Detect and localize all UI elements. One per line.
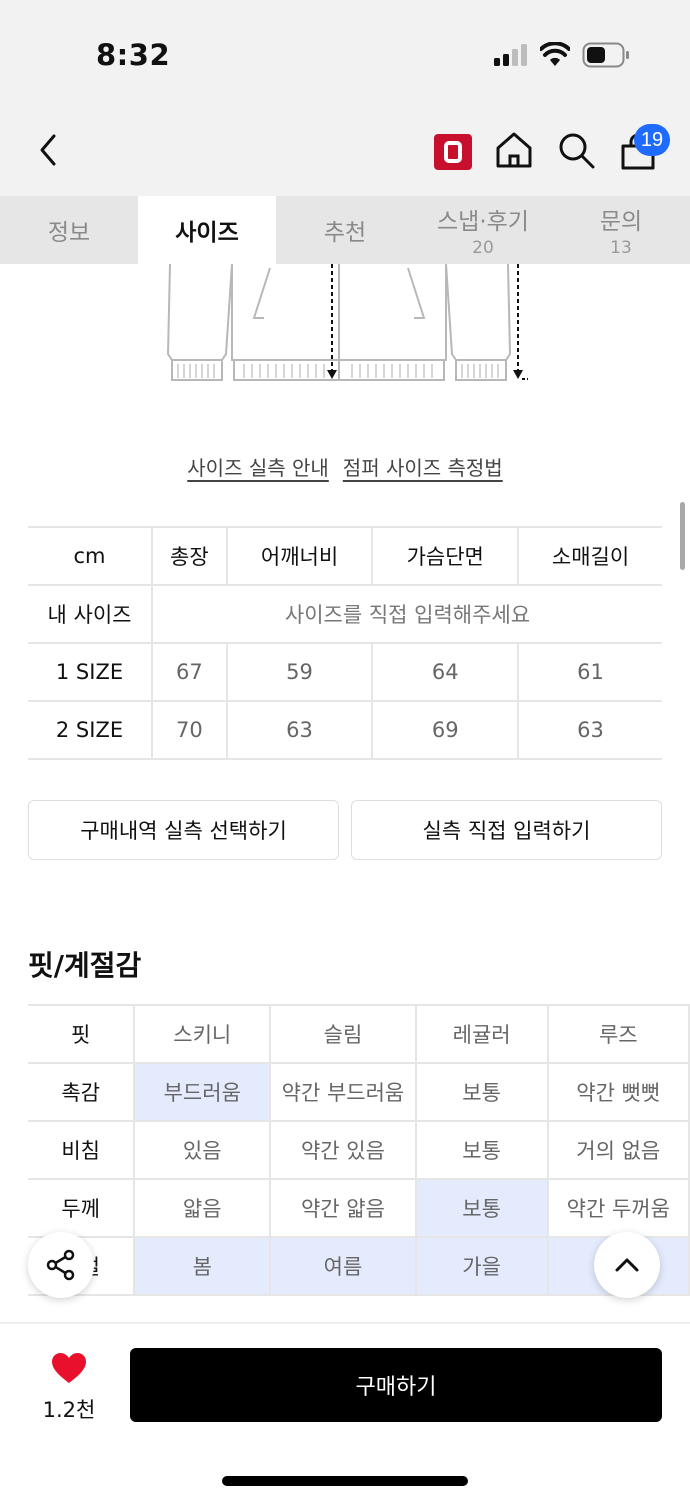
cart-count-badge: 19 bbox=[634, 124, 670, 156]
table-cell: 59 bbox=[226, 643, 374, 702]
fit-row: 촉감 부드러움 약간 부드러움 보통 약간 뻣뻣 bbox=[28, 1063, 690, 1122]
share-button[interactable] bbox=[28, 1232, 94, 1298]
bottom-action-bar: 1.2천 구매하기 bbox=[0, 1322, 690, 1500]
fit-option: 보통 bbox=[415, 1179, 549, 1238]
buy-button[interactable]: 구매하기 bbox=[130, 1348, 662, 1422]
table-cell: 64 bbox=[372, 643, 520, 702]
tab-label: 스냅·후기 bbox=[437, 209, 529, 235]
home-icon[interactable] bbox=[494, 130, 534, 170]
table-cell: 61 bbox=[518, 643, 662, 702]
manual-measure-button[interactable]: 실측 직접 입력하기 bbox=[351, 800, 662, 860]
tab-size[interactable]: 사이즈 bbox=[138, 196, 276, 264]
size-label: 1 SIZE bbox=[28, 643, 153, 702]
status-bar: 8:32 bbox=[0, 0, 690, 100]
unit-header: cm bbox=[28, 526, 153, 586]
fit-row: 계절봄여름가을겨울 bbox=[28, 1237, 690, 1296]
fit-option: 스키니 bbox=[134, 1004, 272, 1064]
tab-recommend[interactable]: 추천 bbox=[276, 196, 414, 264]
fit-row-label: 핏 bbox=[28, 1004, 136, 1064]
brand-zero-icon bbox=[444, 141, 462, 163]
chevron-up-icon bbox=[615, 1258, 639, 1272]
fit-row-label: 두께 bbox=[28, 1179, 136, 1238]
section-title: 핏/계절감 bbox=[28, 949, 142, 982]
tab-snap-review[interactable]: 스냅·후기 20 bbox=[414, 196, 552, 264]
column-header: 소매길이 bbox=[518, 526, 662, 586]
tab-info[interactable]: 정보 bbox=[0, 196, 138, 264]
fit-option: 약간 얇음 bbox=[270, 1179, 417, 1238]
brand-logo-badge[interactable] bbox=[434, 134, 472, 170]
purchase-history-measure-button[interactable]: 구매내역 실측 선택하기 bbox=[28, 800, 339, 860]
fit-row-label: 비침 bbox=[28, 1121, 136, 1180]
fit-row: 핏 스키니 슬림 레귤러 루즈 bbox=[28, 1004, 690, 1064]
scroll-top-button[interactable] bbox=[594, 1232, 660, 1298]
tab-label: 추천 bbox=[323, 220, 367, 246]
fit-option: 얇음 bbox=[134, 1179, 272, 1238]
status-time: 8:32 bbox=[96, 38, 171, 72]
fit-option: 슬림 bbox=[270, 1004, 417, 1064]
search-icon[interactable] bbox=[556, 130, 596, 170]
table-header-row: cm 총장 어깨너비 가슴단면 소매길이 bbox=[28, 526, 662, 586]
measure-method-link[interactable]: 점퍼 사이즈 측정법 bbox=[343, 452, 503, 481]
fit-option: 약간 뻣뻣 bbox=[547, 1063, 690, 1122]
measure-buttons: 구매내역 실측 선택하기 실측 직접 입력하기 bbox=[28, 800, 662, 860]
like-count: 1.2천 bbox=[42, 1398, 96, 1422]
top-nav bbox=[0, 100, 690, 196]
table-cell: 63 bbox=[518, 701, 662, 760]
fit-row-label: 촉감 bbox=[28, 1063, 136, 1122]
back-arrow-icon[interactable] bbox=[34, 130, 62, 170]
fit-table: 핏 스키니 슬림 레귤러 루즈 촉감 부드러움 약간 부드러움 보통 약간 뻣뻣 비침 있음 약간 있음… bbox=[28, 1004, 690, 1296]
fit-option: 여름 bbox=[270, 1237, 417, 1296]
size-label: 2 SIZE bbox=[28, 701, 153, 760]
cellular-signal-icon bbox=[494, 44, 527, 66]
table-cell: 70 bbox=[152, 701, 228, 760]
column-header: 가슴단면 bbox=[372, 526, 520, 586]
table-cell: 63 bbox=[226, 701, 374, 760]
fit-option: 약간 있음 bbox=[270, 1121, 417, 1180]
fit-option: 보통 bbox=[415, 1121, 549, 1180]
tab-label: 사이즈 bbox=[175, 220, 239, 246]
tab-count: 13 bbox=[610, 238, 632, 258]
fit-option: 루즈 bbox=[547, 1004, 690, 1064]
share-icon bbox=[46, 1249, 75, 1281]
fit-option: 가을 bbox=[415, 1237, 549, 1296]
tab-label: 문의 bbox=[599, 209, 643, 235]
fit-option: 보통 bbox=[415, 1063, 549, 1122]
table-row: 1 SIZE 67 59 64 61 bbox=[28, 643, 662, 702]
fit-option: 있음 bbox=[134, 1121, 272, 1180]
product-tabs: 정보 사이즈 추천 스냅·후기 20 문의 13 bbox=[0, 196, 690, 264]
battery-icon bbox=[582, 42, 629, 68]
table-cell: 67 bbox=[152, 643, 228, 702]
fit-option: 약간 두꺼움 bbox=[547, 1179, 690, 1238]
fit-option: 약간 부드러움 bbox=[270, 1063, 417, 1122]
size-table: cm 총장 어깨너비 가슴단면 소매길이 내 사이즈 사이즈를 직접 입력해주세… bbox=[28, 526, 662, 760]
fit-option: 부드러움 bbox=[134, 1063, 272, 1122]
fit-table-scroll[interactable]: 핏 스키니 슬림 레귤러 루즈 촉감 부드러움 약간 부드러움 보통 약간 뻣뻣 비침 있음 약간 있음… bbox=[28, 1004, 690, 1296]
fit-option: 봄 bbox=[134, 1237, 272, 1296]
column-header: 총장 bbox=[152, 526, 228, 586]
size-guide-links: 사이즈 실측 안내 점퍼 사이즈 측정법 bbox=[0, 452, 690, 481]
home-indicator bbox=[222, 1476, 468, 1486]
my-size-prompt[interactable]: 사이즈를 직접 입력해주세요 bbox=[152, 585, 662, 644]
tab-label: 정보 bbox=[47, 220, 91, 246]
wifi-icon bbox=[540, 42, 570, 66]
fit-row: 두께 얇음 약간 얇음 보통 약간 두꺼움 bbox=[28, 1179, 690, 1238]
like-button[interactable]: 1.2천 bbox=[38, 1352, 100, 1424]
column-header: 어깨너비 bbox=[226, 526, 374, 586]
table-cell: 69 bbox=[372, 701, 520, 760]
my-size-label: 내 사이즈 bbox=[28, 585, 153, 644]
my-size-row[interactable]: 내 사이즈 사이즈를 직접 입력해주세요 bbox=[28, 585, 662, 644]
fit-row: 비침 있음 약간 있음 보통 거의 없음 bbox=[28, 1121, 690, 1180]
size-guide-link[interactable]: 사이즈 실측 안내 bbox=[187, 452, 329, 481]
tab-inquiry[interactable]: 문의 13 bbox=[552, 196, 690, 264]
fit-option: 레귤러 bbox=[415, 1004, 549, 1064]
fit-option: 거의 없음 bbox=[547, 1121, 690, 1180]
table-row: 2 SIZE 70 63 69 63 bbox=[28, 701, 662, 760]
tab-count: 20 bbox=[472, 238, 494, 258]
scrollbar[interactable] bbox=[680, 502, 685, 570]
heart-icon bbox=[52, 1353, 86, 1383]
jacket-size-illustration bbox=[166, 264, 528, 381]
